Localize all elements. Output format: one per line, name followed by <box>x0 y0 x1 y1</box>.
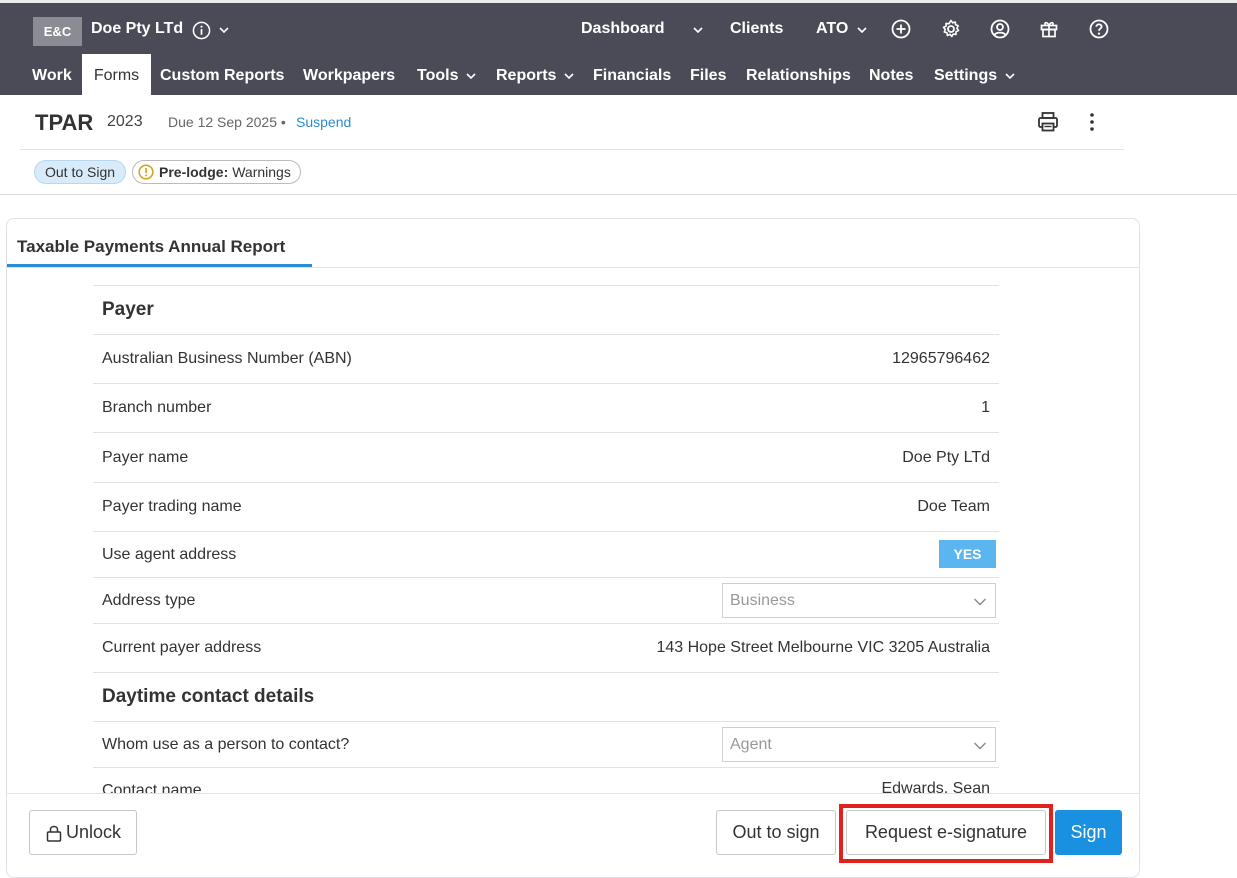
nav-reports[interactable]: Reports <box>496 54 575 98</box>
suspend-link[interactable]: Suspend <box>296 114 351 130</box>
select-value: Agent <box>730 736 772 753</box>
due-date: Due 12 Sep 2025 • <box>168 114 286 130</box>
contact-name-value: Edwards, Sean <box>881 780 990 793</box>
request-esignature-button[interactable]: Request e-signature <box>846 810 1046 855</box>
clients-link[interactable]: Clients <box>730 20 783 38</box>
section-header-contact: Daytime contact details <box>93 672 999 721</box>
print-icon[interactable] <box>1036 110 1060 134</box>
user-circle-icon[interactable] <box>989 18 1011 40</box>
app-logo[interactable]: E&C <box>33 17 82 46</box>
section-title: Daytime contact details <box>102 686 315 707</box>
prelodge-badge[interactable]: Pre-lodge: Warnings <box>132 160 301 184</box>
prelodge-label: Pre-lodge: <box>159 164 229 180</box>
nav-files[interactable]: Files <box>690 54 726 98</box>
field-label: Current payer address <box>102 639 262 656</box>
form-year: 2023 <box>107 113 143 130</box>
section-header-payer: Payer <box>93 285 999 334</box>
branch-value: 1 <box>981 399 990 416</box>
form-row-agent-address: Use agent address YES <box>93 531 999 577</box>
chevron-down-icon <box>564 73 575 80</box>
section-divider <box>0 194 1237 195</box>
nav-custom-reports[interactable]: Custom Reports <box>160 54 284 98</box>
address-type-select[interactable]: Business <box>722 583 996 618</box>
nav-workpapers[interactable]: Workpapers <box>303 54 395 98</box>
more-options-icon[interactable] <box>1083 110 1101 134</box>
ato-menu[interactable]: ATO <box>816 20 848 38</box>
contact-person-select[interactable]: Agent <box>722 727 996 762</box>
nav-tools[interactable]: Tools <box>417 54 477 98</box>
chevron-down-icon <box>974 742 986 750</box>
form-row-payer-name: Payer name Doe Pty LTd <box>93 432 999 482</box>
nav-financials[interactable]: Financials <box>593 54 671 98</box>
form-row-address-type: Address type Business <box>93 577 999 623</box>
ato-chevron-down-icon[interactable] <box>856 24 868 36</box>
form-row-current-address: Current payer address 143 Hope Street Me… <box>93 623 999 672</box>
select-value: Business <box>730 592 795 609</box>
trading-name-value: Doe Team <box>917 498 990 515</box>
header-row-top: E&C Doe Pty LTd Dashboard Clients ATO <box>0 6 1237 52</box>
nav-forms[interactable]: Forms <box>82 54 151 98</box>
field-label: Use agent address <box>102 546 237 563</box>
field-label: Contact name <box>102 782 202 793</box>
form-row-abn: Australian Business Number (ABN) 1296579… <box>93 334 999 383</box>
field-label: Branch number <box>102 399 212 416</box>
form-row-whom-contact: Whom use as a person to contact? Agent <box>93 721 999 767</box>
out-to-sign-button[interactable]: Out to sign <box>716 810 836 855</box>
nav-relationships[interactable]: Relationships <box>746 54 851 98</box>
tab-taxable-payments[interactable]: Taxable Payments Annual Report <box>17 237 285 257</box>
unlock-button[interactable]: Unlock <box>29 810 137 855</box>
sign-button[interactable]: Sign <box>1055 810 1122 855</box>
field-label: Payer name <box>102 449 189 466</box>
nav-reports-label: Reports <box>496 67 557 84</box>
form-row-branch: Branch number 1 <box>93 383 999 432</box>
help-icon[interactable] <box>1088 18 1110 40</box>
top-header: E&C Doe Pty LTd Dashboard Clients ATO Wo… <box>0 0 1237 98</box>
plus-circle-icon[interactable] <box>890 18 912 40</box>
tpar-card: Taxable Payments Annual Report Payer Aus… <box>6 218 1140 878</box>
field-label: Payer trading name <box>102 498 242 515</box>
chevron-down-icon <box>974 598 986 606</box>
chevron-down-icon <box>1005 73 1015 80</box>
form-scroll-area[interactable]: Payer Australian Business Number (ABN) 1… <box>93 285 999 793</box>
unlock-label: Unlock <box>65 822 122 842</box>
header-divider <box>20 149 1124 150</box>
gear-icon[interactable] <box>940 18 962 40</box>
nav-notes[interactable]: Notes <box>869 54 913 98</box>
prelodge-value: Warnings <box>232 164 291 180</box>
client-name[interactable]: Doe Pty LTd <box>91 20 183 38</box>
current-address-value: 143 Hope Street Melbourne VIC 3205 Austr… <box>656 639 990 656</box>
abn-value: 12965796462 <box>892 350 990 367</box>
warning-icon <box>138 164 154 180</box>
agent-address-toggle[interactable]: YES <box>939 540 996 568</box>
field-label: Australian Business Number (ABN) <box>102 350 352 367</box>
chevron-down-icon[interactable] <box>218 24 230 36</box>
footer-divider <box>7 793 1139 794</box>
field-label: Address type <box>102 592 196 609</box>
dashboard-link[interactable]: Dashboard <box>581 20 665 38</box>
field-label: Whom use as a person to contact? <box>102 736 350 753</box>
info-icon[interactable] <box>192 21 211 40</box>
nav-work[interactable]: Work <box>32 54 72 98</box>
status-badge: Out to Sign <box>34 160 127 184</box>
nav-settings-label: Settings <box>934 67 998 84</box>
form-title: TPAR <box>35 110 94 135</box>
main-nav: Work Forms Custom Reports Workpapers Too… <box>0 54 1237 98</box>
dashboard-chevron-down-icon[interactable] <box>692 24 704 36</box>
payer-name-value: Doe Pty LTd <box>902 449 990 466</box>
form-row-trading-name: Payer trading name Doe Team <box>93 482 999 531</box>
gift-icon[interactable] <box>1038 18 1060 40</box>
tab-divider <box>7 267 1139 268</box>
nav-tools-label: Tools <box>417 67 459 84</box>
lock-icon <box>46 825 62 842</box>
nav-settings[interactable]: Settings <box>934 54 1016 98</box>
chevron-down-icon <box>466 73 477 80</box>
section-title: Payer <box>102 299 154 320</box>
form-row-contact-name: Contact name Edwards, Sean <box>93 767 999 793</box>
